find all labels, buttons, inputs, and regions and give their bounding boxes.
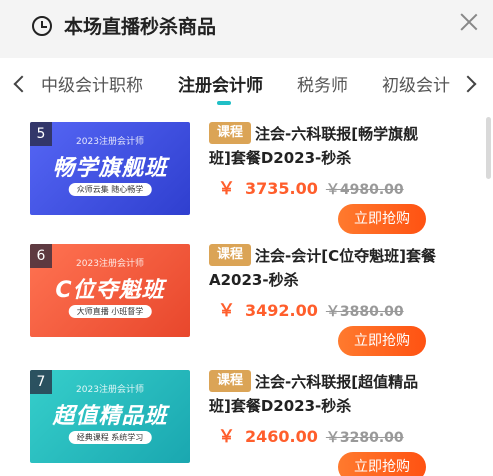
original-price: ￥3880.00 (325, 304, 404, 320)
modal-title: 本场直播秒杀商品 (64, 16, 217, 38)
product-thumbnail[interactable]: 5 2023注册会计师 畅学旗舰班 众师云集 随心畅学 (30, 122, 190, 215)
chevron-right-icon[interactable] (459, 75, 477, 93)
buy-now-button[interactable]: 立即抢购 (338, 452, 426, 476)
tab-junior-accountant[interactable]: 初级会计 (382, 75, 454, 97)
product-thumbnail[interactable]: 7 2023注册会计师 超值精品班 经典课程 系统学习 (30, 370, 190, 463)
thumbnail-subtitle: 2023注册会计师 (76, 259, 144, 269)
thumbnail-subtitle: 2023注册会计师 (76, 137, 144, 147)
original-price: ￥3280.00 (325, 430, 404, 446)
sale-price: 3492.00 (245, 301, 318, 320)
thumbnail-title: 畅学旗舰班 (52, 156, 168, 181)
currency-symbol: ￥ (218, 301, 235, 321)
thumbnail-title: C位夺魁班 (55, 278, 165, 303)
thumbnail-tag: 经典课程 系统学习 (68, 431, 152, 444)
clock-icon (32, 16, 52, 36)
tab-cpa[interactable]: 注册会计师 (178, 75, 263, 97)
currency-symbol: ￥ (218, 427, 235, 447)
scrollbar-thumb[interactable] (486, 117, 491, 179)
tab-intermediate-accountant[interactable]: 中级会计职称 (41, 75, 143, 97)
close-icon[interactable] (455, 8, 483, 36)
list-item: 7 2023注册会计师 超值精品班 经典课程 系统学习 课程 注会-六科联报[超… (0, 370, 493, 476)
thumbnail-title: 超值精品班 (52, 404, 168, 429)
price-row: ￥ 3492.00 ￥3880.00 (218, 296, 404, 321)
modal-header: 本场直播秒杀商品 (0, 0, 493, 58)
chevron-left-icon[interactable] (13, 75, 31, 93)
active-tab-indicator (217, 101, 231, 105)
product-title[interactable]: 注会-六科联报[超值精品班]套餐D2023-秒杀 (209, 370, 437, 418)
currency-symbol: ￥ (218, 179, 235, 199)
buy-now-button[interactable]: 立即抢购 (338, 204, 426, 234)
tab-tax-agent[interactable]: 税务师 (297, 75, 348, 97)
thumbnail-tag: 众师云集 随心畅学 (68, 183, 152, 196)
list-item: 6 2023注册会计师 C位夺魁班 大师直播 小班督学 课程 注会-会计[C位夺… (0, 244, 493, 366)
thumbnail-subtitle: 2023注册会计师 (76, 385, 144, 395)
original-price: ￥4980.00 (325, 182, 404, 198)
product-title[interactable]: 注会-会计[C位夺魁班]套餐A2023-秒杀 (209, 244, 437, 292)
category-tabs: 中级会计职称 注册会计师 税务师 初级会计 (0, 58, 493, 114)
price-row: ￥ 3735.00 ￥4980.00 (218, 174, 404, 199)
product-title[interactable]: 注会-六科联报[畅学旗舰班]套餐D2023-秒杀 (209, 122, 437, 170)
list-item: 5 2023注册会计师 畅学旗舰班 众师云集 随心畅学 课程 注会-六科联报[畅… (0, 122, 493, 244)
sale-price: 2460.00 (245, 427, 318, 446)
sale-price: 3735.00 (245, 179, 318, 198)
product-list[interactable]: 5 2023注册会计师 畅学旗舰班 众师云集 随心畅学 课程 注会-六科联报[畅… (0, 114, 493, 476)
thumbnail-tag: 大师直播 小班督学 (68, 305, 152, 318)
price-row: ￥ 2460.00 ￥3280.00 (218, 422, 404, 447)
buy-now-button[interactable]: 立即抢购 (338, 326, 426, 356)
product-thumbnail[interactable]: 6 2023注册会计师 C位夺魁班 大师直播 小班督学 (30, 244, 190, 337)
